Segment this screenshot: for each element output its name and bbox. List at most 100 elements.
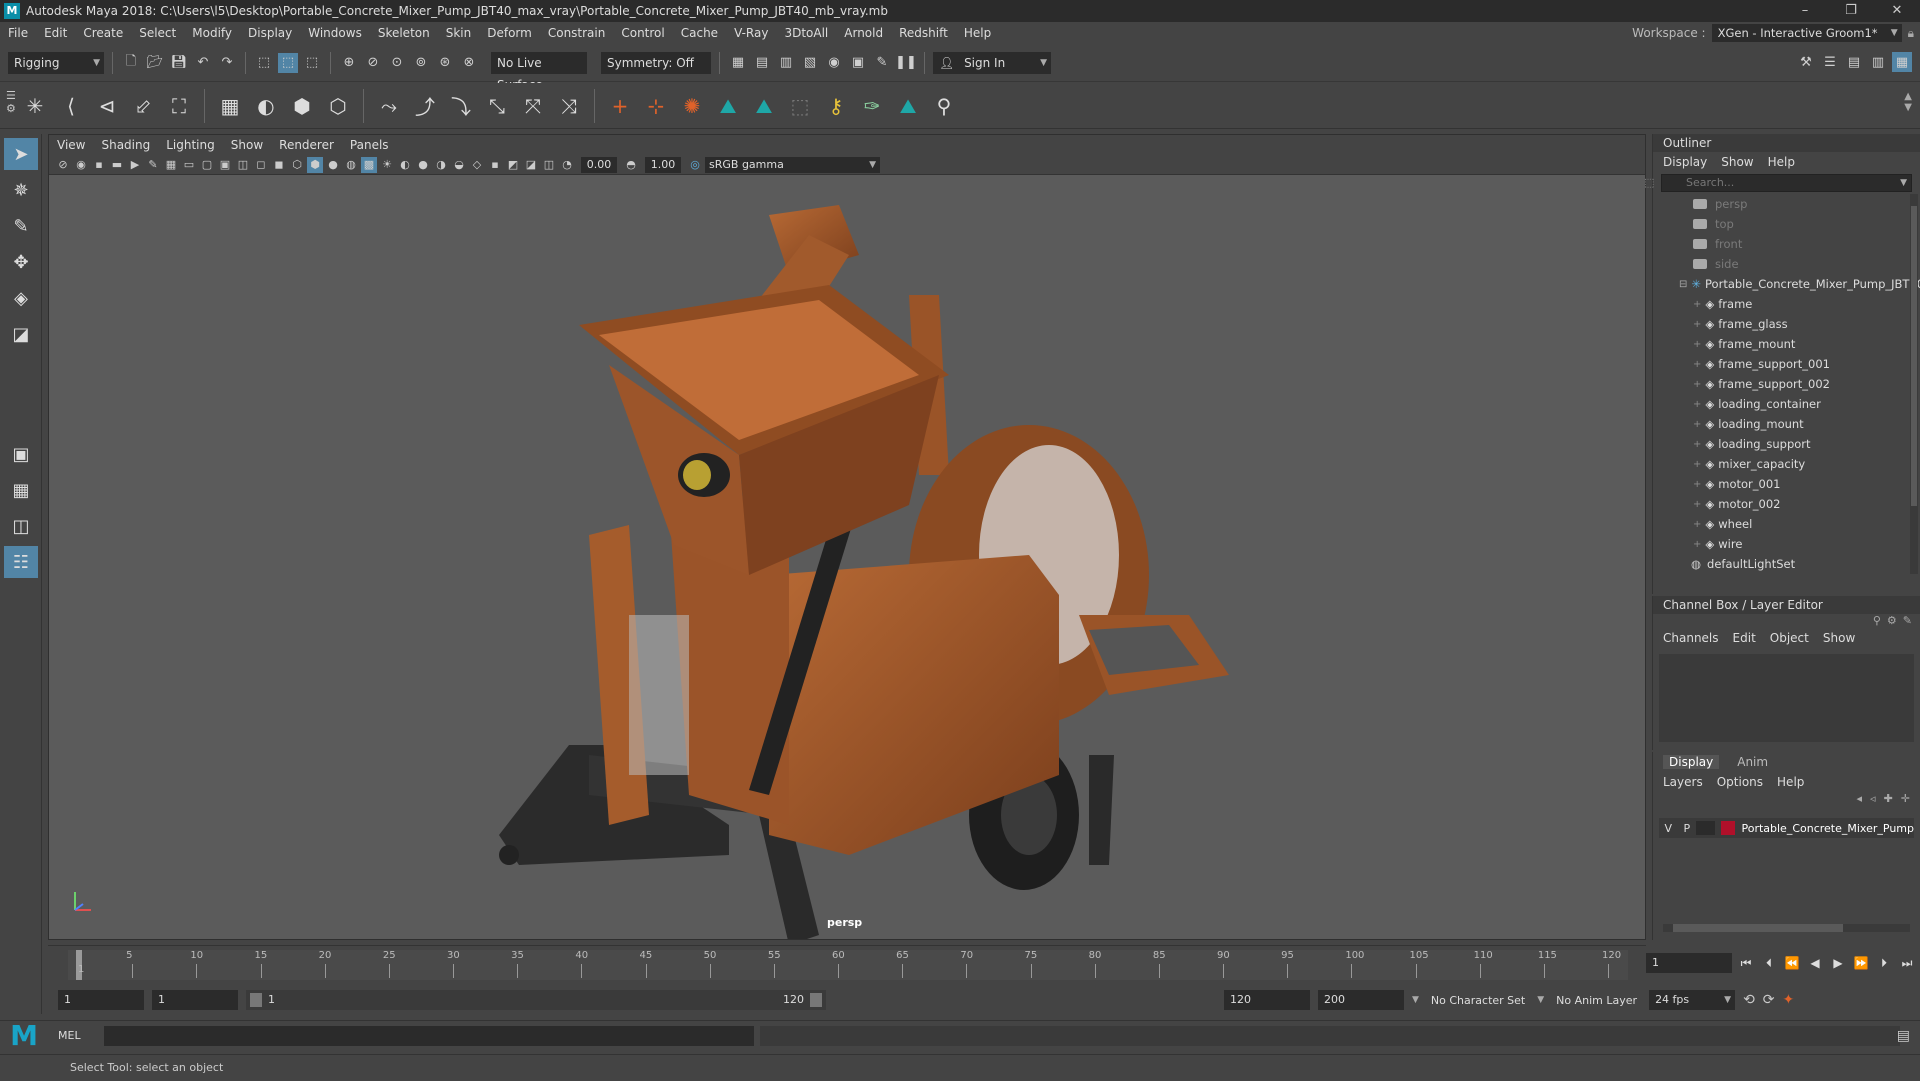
motion-blur-icon[interactable]: ◑: [433, 157, 449, 173]
new-layer-selected-icon[interactable]: ✛: [1901, 792, 1910, 810]
expand-icon[interactable]: +: [1693, 539, 1701, 550]
locator-icon[interactable]: +: [605, 91, 635, 121]
scrollbar-thumb[interactable]: [1673, 924, 1843, 932]
list-item[interactable]: ⊟ ✳ Portable_Concrete_Mixer_Pump_JBT40: [1653, 274, 1920, 294]
image-plane-icon[interactable]: ▬: [109, 157, 125, 173]
layer-color-swatch[interactable]: [1720, 821, 1736, 835]
lasso-tool-icon[interactable]: ✵: [4, 174, 38, 206]
constraint-orient-icon[interactable]: ⤵: [446, 91, 476, 121]
resolution-gate-icon[interactable]: ▢: [199, 157, 215, 173]
step-forward-key-icon[interactable]: ⏵: [1875, 953, 1893, 973]
expand-icon[interactable]: +: [1693, 339, 1701, 350]
collapse-icon[interactable]: ⊟: [1679, 279, 1687, 290]
move-tool-icon[interactable]: ✥: [4, 246, 38, 278]
snap-view-icon[interactable]: ⊚: [411, 53, 431, 73]
camera-select-icon[interactable]: ⊘: [55, 157, 71, 173]
paint-weights-icon[interactable]: ◐: [251, 91, 281, 121]
scrollbar-thumb[interactable]: [1911, 206, 1917, 506]
expand-icon[interactable]: +: [1693, 479, 1701, 490]
grid-icon[interactable]: ▦: [163, 157, 179, 173]
human-ik-icon[interactable]: ✺: [677, 91, 707, 121]
layer-playback-toggle[interactable]: P: [1678, 822, 1697, 835]
gate-mask-icon[interactable]: ▣: [217, 157, 233, 173]
animation-preferences-icon[interactable]: ✦: [1783, 992, 1795, 1008]
command-input[interactable]: [104, 1025, 754, 1046]
expand-icon[interactable]: +: [1693, 399, 1701, 410]
xray-active-icon[interactable]: ◫: [541, 157, 557, 173]
list-item[interactable]: + ◈ frame_mount: [1653, 334, 1920, 354]
viewport-menu-lighting[interactable]: Lighting: [158, 138, 223, 152]
time-slider-ruler[interactable]: 1 5 10 15 20 25 30 35 40 45 50 55 60 65 70 75 80 85 90 95 1…: [68, 950, 1628, 980]
channel-box-icon[interactable]: ⚲: [1873, 614, 1881, 628]
viewport-panel[interactable]: View Shading Lighting Show Renderer Pane…: [48, 134, 1646, 940]
shadows-icon[interactable]: ◐: [397, 157, 413, 173]
screen-space-ao-icon[interactable]: ●: [415, 157, 431, 173]
minimize-button[interactable]: –: [1782, 0, 1828, 22]
select-object-icon[interactable]: ⬚: [278, 52, 298, 73]
menu-skeleton[interactable]: Skeleton: [370, 26, 438, 40]
move-layer-up-icon[interactable]: ◂: [1857, 792, 1863, 810]
select-hierarchy-icon[interactable]: ⬚: [254, 53, 274, 73]
channel-box-menu-edit[interactable]: Edit: [1733, 631, 1756, 645]
list-item[interactable]: top: [1653, 214, 1920, 234]
camera-attributes-icon[interactable]: ◉: [73, 157, 89, 173]
four-pane-layout-icon[interactable]: ▦: [4, 474, 38, 506]
open-scene-icon[interactable]: 📂︎: [145, 53, 165, 73]
vray-render-icon[interactable]: ▣: [848, 53, 868, 73]
vray-ipr-icon[interactable]: ✎: [872, 53, 892, 73]
script-language-label[interactable]: MEL: [48, 1029, 104, 1042]
outliner-menu-display[interactable]: Display: [1663, 155, 1707, 169]
shelf-options-icon[interactable]: ☰ ⚙: [6, 89, 16, 115]
snap-curve-icon[interactable]: ⊘: [363, 53, 383, 73]
undo-icon[interactable]: ↶: [193, 53, 213, 73]
constraint-parent-icon[interactable]: ⤧: [518, 91, 548, 121]
live-surface-field[interactable]: No Live Surface: [491, 51, 587, 92]
new-scene-icon[interactable]: 🗋: [121, 53, 141, 73]
viewport-menu-view[interactable]: View: [49, 138, 93, 152]
channel-box-icon[interactable]: ▥: [1868, 52, 1888, 72]
ik-spline-icon[interactable]: ⊲: [92, 91, 122, 121]
pick-walk-icon[interactable]: ⚲: [929, 91, 959, 121]
tab-anim[interactable]: Anim: [1737, 755, 1768, 769]
range-slider[interactable]: 1 120: [246, 990, 826, 1010]
channel-box-menu-channels[interactable]: Channels: [1663, 631, 1719, 645]
exposure-field[interactable]: 0.00: [581, 156, 617, 173]
step-forward-frame-icon[interactable]: ⏩: [1852, 953, 1870, 973]
outliner-scrollbar[interactable]: [1910, 194, 1918, 574]
list-item[interactable]: + ◈ motor_002: [1653, 494, 1920, 514]
channel-box-menu-show[interactable]: Show: [1823, 631, 1855, 645]
bookmark-icon[interactable]: ▪: [91, 157, 107, 173]
mirror-joint-icon[interactable]: ⬃: [128, 91, 158, 121]
play-backward-icon[interactable]: ◀: [1806, 953, 1824, 973]
playback-end-field[interactable]: 120: [1224, 990, 1310, 1010]
wireframe-on-shaded-icon[interactable]: ◍: [343, 157, 359, 173]
menu-select[interactable]: Select: [131, 26, 184, 40]
expand-icon[interactable]: +: [1693, 359, 1701, 370]
film-gate-icon[interactable]: ▭: [181, 157, 197, 173]
render-frame-icon[interactable]: ▦: [728, 53, 748, 73]
bind-skin-icon[interactable]: ▦: [215, 91, 245, 121]
menu-modify[interactable]: Modify: [184, 26, 240, 40]
loop-icon[interactable]: ⟲: [1743, 992, 1755, 1008]
go-to-end-icon[interactable]: ⏭: [1898, 953, 1916, 973]
render-settings-icon[interactable]: ▧: [800, 53, 820, 73]
menu-deform[interactable]: Deform: [479, 26, 540, 40]
outliner-layout-icon[interactable]: ☷: [4, 546, 38, 578]
channel-box-menu-object[interactable]: Object: [1770, 631, 1809, 645]
paint-effects-icon[interactable]: ✑: [857, 91, 887, 121]
xray-icon[interactable]: ◩: [505, 157, 521, 173]
time-slider[interactable]: 1 5 10 15 20 25 30 35 40 45 50 55 60 65 70 75 80 85 90 95 1…: [48, 945, 1646, 980]
layer-menu-help[interactable]: Help: [1777, 775, 1804, 789]
menu-constrain[interactable]: Constrain: [540, 26, 614, 40]
outliner-toggle-icon[interactable]: ▦: [1892, 52, 1912, 72]
expand-icon[interactable]: +: [1693, 439, 1701, 450]
chevron-down-icon[interactable]: ▼: [1537, 995, 1544, 1005]
viewport-menu-show[interactable]: Show: [223, 138, 271, 152]
menu-windows[interactable]: Windows: [300, 26, 370, 40]
isolate-select-icon[interactable]: ▪: [487, 157, 503, 173]
character-rig-icon[interactable]: ⛰: [749, 91, 779, 121]
chevron-down-icon[interactable]: ▼: [1412, 995, 1419, 1005]
constraint-pole-icon[interactable]: ⤨: [554, 91, 584, 121]
smooth-shade-icon[interactable]: ⬢: [307, 156, 323, 173]
list-item[interactable]: side: [1653, 254, 1920, 274]
